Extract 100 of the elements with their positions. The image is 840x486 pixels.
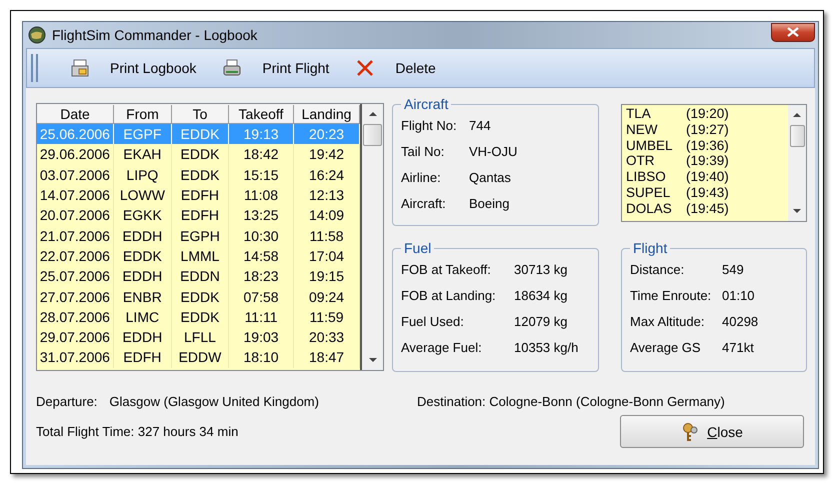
table-cell: LOWW	[114, 184, 172, 206]
waypoint-name: DOLAS	[626, 200, 673, 217]
print-logbook-button[interactable]: Print Logbook	[96, 58, 210, 78]
table-row[interactable]: 21.07.2006 EDDH EGPH 10:30 11:58	[37, 225, 360, 246]
table-cell: 10:30	[229, 225, 294, 246]
field-value: 01:10	[722, 288, 755, 302]
field-value: 40298	[722, 314, 758, 328]
field-label: Max Altitude:	[630, 314, 706, 328]
table-cell: EDDK	[172, 144, 230, 165]
close-button[interactable]: Close	[620, 415, 804, 448]
table-cell: EDDK	[172, 306, 230, 327]
field-value: Boeing	[469, 196, 510, 210]
table-cell: EDFH	[172, 184, 230, 206]
close-window-button[interactable]	[771, 22, 815, 42]
table-cell: 19:42	[294, 144, 360, 165]
table-cell: EDDH	[114, 225, 172, 246]
table-cell: 18:10	[229, 347, 294, 368]
waypoint-name: UMBEL	[626, 138, 674, 154]
cross-icon[interactable]	[355, 58, 376, 78]
table-cell: EDDK	[172, 164, 230, 185]
table-cell: 11:59	[294, 306, 360, 327]
destination-value: Cologne-Bonn (Cologne-Bonn Germany)	[489, 394, 725, 409]
keys-icon	[681, 422, 700, 442]
table-row[interactable]: 29.06.2006 EKAH EDDK 18:42 19:42	[37, 144, 360, 165]
waypoint-name: NEW	[626, 122, 658, 138]
waypoint-time: (19:39)	[686, 153, 729, 168]
table-cell: EDFH	[114, 347, 172, 368]
table-row[interactable]: 29.07.2006 EDDH LFLL 19:03 20:33	[37, 326, 360, 348]
table-cell: EDFH	[172, 205, 230, 226]
destination-label: Destination:	[417, 394, 486, 409]
field-value: VH-OJU	[469, 144, 518, 158]
table-row[interactable]: 22.07.2006 EDDK LMML 14:58 17:04	[37, 246, 360, 266]
field-label: FOB at Landing:	[401, 288, 497, 302]
field-value: 18634 kg	[514, 288, 568, 302]
table-row[interactable]: 14.07.2006 LOWW EDFH 11:08 12:13	[37, 184, 360, 206]
field-label: FOB at Takeoff:	[401, 262, 492, 276]
table-cell: 11:11	[229, 306, 294, 327]
table-cell: 20:23	[294, 124, 360, 144]
table-cell: 29.06.2006	[37, 144, 114, 165]
table-cell: 15:15	[229, 164, 294, 185]
table-cell: 19:03	[229, 326, 294, 348]
table-cell: 14.07.2006	[37, 184, 114, 206]
waypoint-name: TLA	[626, 106, 652, 122]
delete-button[interactable]: Delete	[381, 58, 450, 78]
field-value: 744	[469, 118, 491, 132]
table-cell: 14:58	[229, 246, 294, 266]
field-value: 10353 kg/h	[514, 340, 578, 354]
table-cell: ENBR	[114, 286, 172, 307]
table-cell: 21.07.2006	[37, 225, 114, 246]
field-value: 471kt	[722, 340, 754, 354]
table-cell: 18:47	[294, 347, 360, 368]
table-row[interactable]: 27.07.2006 ENBR EDDK 07:58 09:24	[37, 286, 360, 307]
window-title: FlightSim Commander - Logbook	[52, 27, 258, 43]
table-cell: 09:24	[294, 286, 360, 307]
table-cell: 11:58	[294, 225, 360, 246]
waypoint-time: (19:40)	[686, 169, 729, 184]
table-cell: 27.07.2006	[37, 286, 114, 307]
table-row[interactable]: 28.07.2006 LIMC EDDK 11:11 11:59	[37, 306, 360, 327]
table-cell: 31.07.2006	[37, 347, 114, 368]
waypoint-time: (19:43)	[686, 184, 729, 200]
table-cell: EDDK	[114, 246, 172, 266]
table-cell: 29.07.2006	[37, 326, 114, 348]
field-value: 549	[722, 262, 744, 276]
table-cell: EDDK	[172, 124, 230, 144]
waypoint-time: (19:27)	[686, 122, 729, 137]
table-row[interactable]: 03.07.2006 LIPQ EDDK 15:15 16:24	[37, 164, 360, 185]
field-label: Distance:	[630, 262, 686, 276]
table-cell: EDDN	[172, 266, 230, 286]
field-value: 30713 kg	[514, 262, 568, 276]
table-cell: 17:04	[294, 246, 360, 266]
table-cell: EGPF	[114, 124, 172, 144]
field-value: Qantas	[469, 170, 511, 184]
group-title: Aircraft	[403, 96, 450, 112]
table-cell: 03.07.2006	[37, 164, 114, 185]
table-row[interactable]: 31.07.2006 EDFH EDDW 18:10 18:47	[37, 347, 360, 368]
print-flight-button[interactable]: Print Flight	[248, 58, 344, 78]
waypoint-time: (19:36)	[686, 138, 729, 153]
table-cell: LFLL	[172, 326, 230, 348]
scrollbar[interactable]	[788, 105, 806, 221]
table-cell: EDDK	[172, 286, 230, 307]
table-cell: 13:25	[229, 205, 294, 226]
group-title: Flight	[632, 240, 668, 256]
table-cell: 20.07.2006	[37, 205, 114, 226]
waypoint-time: (19:20)	[686, 106, 729, 121]
toolbar-grip[interactable]	[31, 54, 38, 82]
table-cell: 16:24	[294, 164, 360, 185]
scrollbar[interactable]	[362, 104, 383, 370]
departure-label: Departure:	[36, 394, 98, 409]
table-row[interactable]: 25.07.2006 EDDH EDDN 18:23 19:15	[37, 266, 360, 286]
field-label: Aircraft:	[401, 196, 447, 210]
table-cell: EDDH	[114, 326, 172, 348]
field-label: Fuel Used:	[401, 314, 465, 328]
table-row[interactable]: 20.07.2006 EGKK EDFH 13:25 14:09	[37, 205, 360, 226]
field-label: Average GS	[630, 340, 702, 354]
table-cell: 07:58	[229, 286, 294, 307]
globe-icon	[28, 26, 46, 44]
table-cell: EGKK	[114, 205, 172, 226]
table-cell: 12:13	[294, 184, 360, 206]
printer-icon[interactable]	[222, 58, 242, 78]
table-cell: 22.07.2006	[37, 246, 114, 266]
